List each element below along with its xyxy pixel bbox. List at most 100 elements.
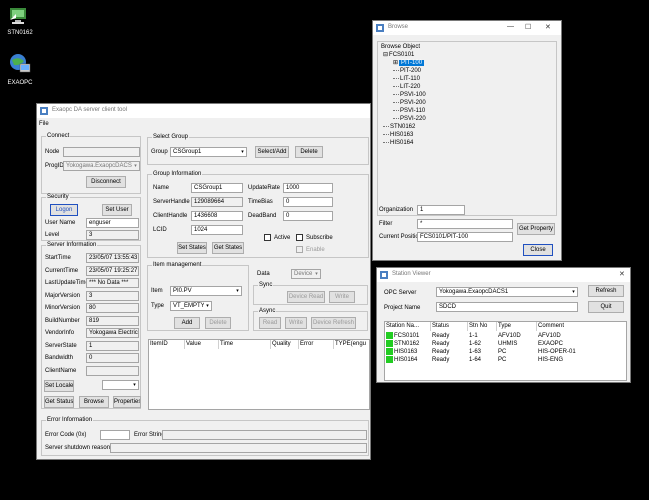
tree-line-icon	[393, 109, 399, 111]
progid-value: Yokogawa.ExaopcDACS1	[66, 163, 136, 169]
enable-checkbox[interactable]	[296, 246, 303, 253]
time-bias-field[interactable]: 0	[283, 197, 333, 207]
node-field	[63, 147, 140, 157]
desktop-icon-exaopc[interactable]: EXAOPC	[0, 52, 40, 92]
name-field[interactable]: CSGroup1	[191, 183, 243, 193]
browse-tree[interactable]: Browse Object ⊟FCS0101 ⊞ PIT-100 PIT-200 LIT…	[377, 41, 557, 216]
column-header[interactable]: Time	[219, 340, 271, 349]
quit-button[interactable]: Quit	[588, 301, 624, 313]
column-header[interactable]: ItemID	[149, 340, 185, 349]
sync-write-button[interactable]: Write	[329, 291, 355, 303]
column-header[interactable]: TYPE(engu	[334, 340, 369, 349]
add-item-button[interactable]: Add	[174, 317, 200, 329]
set-locale-button[interactable]: Set Locale	[44, 380, 74, 392]
list-item[interactable]: HIS0163 Ready 1-63 PC HIS-OPER-01	[385, 348, 626, 356]
filter-label: Filter	[379, 221, 393, 227]
select-add-button[interactable]: Select/Add	[255, 146, 289, 158]
tree-node[interactable]: PIT-200	[393, 67, 421, 75]
error-code-field[interactable]	[100, 430, 130, 440]
tree-node[interactable]: PSVI-110	[393, 107, 425, 115]
item-list-table[interactable]: ItemID Value Time Quality Error TYPE(eng…	[148, 339, 370, 410]
server-handle-field: 129089664	[191, 197, 243, 207]
chevron-down-icon: ▾	[131, 381, 138, 389]
dead-band-field[interactable]: 0	[283, 211, 333, 221]
minimize-icon[interactable]: —	[507, 23, 514, 30]
column-header[interactable]: Type	[497, 322, 537, 331]
item-select[interactable]: PI0.PV ▾	[170, 286, 242, 296]
get-status-button[interactable]: Get Status	[44, 396, 74, 408]
update-rate-field[interactable]: 1000	[283, 183, 333, 193]
subscribe-checkbox[interactable]	[296, 234, 303, 241]
delete-item-button[interactable]: Delete	[205, 317, 231, 329]
tree-node[interactable]: ⊞ PIT-100	[393, 59, 425, 67]
tree-node[interactable]: HIS0163	[383, 131, 413, 139]
device-read-button[interactable]: Device Read	[287, 291, 325, 303]
device-refresh-button[interactable]: Device Refresh	[311, 317, 356, 329]
logon-button[interactable]: Logon	[50, 204, 78, 216]
group-select[interactable]: CSGroup1 ▾	[170, 147, 247, 157]
async-read-button[interactable]: Read	[259, 317, 281, 329]
user-name-field[interactable]: enguser	[86, 218, 139, 228]
window-title: Station Viewer	[392, 271, 431, 277]
column-header[interactable]: Status	[431, 322, 468, 331]
data-source-select[interactable]: Device ▾	[291, 269, 321, 279]
column-header[interactable]: Comment	[537, 322, 626, 331]
tree-node-label: LIT-220	[400, 84, 421, 90]
disconnect-button[interactable]: Disconnect	[86, 176, 126, 188]
list-item[interactable]: FCS0101 Ready 1-1 AFV10D AFV10D	[385, 332, 626, 340]
tree-header: Browse Object	[381, 44, 421, 50]
column-header[interactable]: Quality	[271, 340, 299, 349]
server-info-label: StartTime	[45, 255, 71, 261]
tree-line-icon	[393, 85, 399, 87]
tree-node[interactable]: ⊟FCS0101	[383, 51, 414, 59]
active-checkbox[interactable]	[264, 234, 271, 241]
close-button[interactable]: Close	[523, 244, 553, 256]
get-property-button[interactable]: Get Property	[517, 223, 555, 235]
tree-node[interactable]: STN0162	[383, 123, 415, 131]
column-header[interactable]: Station Na...	[385, 322, 431, 331]
progid-select[interactable]: Yokogawa.ExaopcDACS1 ▾	[63, 161, 140, 171]
lcid-field[interactable]: 1024	[191, 225, 243, 235]
properties-button[interactable]: Properties	[113, 396, 141, 408]
delete-group-button[interactable]: Delete	[295, 146, 323, 158]
column-header[interactable]: Value	[185, 340, 219, 349]
current-position-field[interactable]: FCS0101/PIT-100	[417, 232, 513, 242]
group-info-legend: Group Information	[152, 171, 203, 178]
project-name-field[interactable]: SDCD	[436, 302, 578, 312]
menu-file[interactable]: File	[39, 120, 49, 128]
close-icon[interactable]: ✕	[545, 23, 551, 31]
column-header[interactable]: Error	[299, 340, 334, 349]
tree-node[interactable]: HIS0164	[383, 139, 413, 147]
maximize-icon[interactable]: ☐	[525, 23, 531, 31]
tree-node[interactable]: PSVI-220	[393, 115, 426, 123]
organization-field[interactable]: 1	[417, 205, 465, 215]
async-group: Async Read Write Device Refresh	[253, 308, 368, 331]
tree-node[interactable]: LIT-110	[393, 75, 420, 83]
list-item[interactable]: HIS0164 Ready 1-64 PC HIS-ENG	[385, 356, 626, 364]
security-group: Security Logon Set User User Name enguse…	[41, 194, 141, 241]
opc-server-select[interactable]: Yokogawa.ExaopcDACS1 ▾	[436, 287, 578, 297]
column-header[interactable]: Stn No	[468, 322, 497, 331]
server-info-value: 3	[86, 290, 139, 301]
refresh-button[interactable]: Refresh	[588, 285, 624, 297]
async-write-button[interactable]: Write	[285, 317, 307, 329]
locale-select[interactable]: ▾	[102, 380, 139, 390]
station-list[interactable]: Station Na... Status Stn No Type Comment…	[384, 321, 627, 381]
type-select[interactable]: VT_EMPTY ▾	[170, 301, 212, 311]
browse-button[interactable]: Browse	[79, 396, 109, 408]
tree-node[interactable]: PSVI-200	[393, 99, 426, 107]
group-info-group: Group Information Name CSGroup1 UpdateRa…	[147, 171, 369, 258]
cell-status: Ready	[432, 341, 450, 347]
tree-node[interactable]: LIT-220	[393, 83, 420, 91]
close-icon[interactable]: ✕	[619, 270, 625, 278]
tree-node[interactable]: PSVI-100	[393, 91, 426, 99]
set-user-button[interactable]: Set User	[102, 204, 132, 216]
filter-field[interactable]: *	[417, 219, 513, 229]
get-states-button[interactable]: Get States	[212, 242, 244, 254]
tree-toggle-icon[interactable]: ⊞	[393, 60, 398, 66]
desktop-icon-stn0162[interactable]: STN0162	[0, 6, 40, 40]
set-states-button[interactable]: Set States	[177, 242, 207, 254]
tree-toggle-icon[interactable]: ⊟	[383, 52, 388, 58]
client-handle-field[interactable]: 1436608	[191, 211, 243, 221]
list-item[interactable]: STN0162 Ready 1-62 UHMIS EXAOPC	[385, 340, 626, 348]
